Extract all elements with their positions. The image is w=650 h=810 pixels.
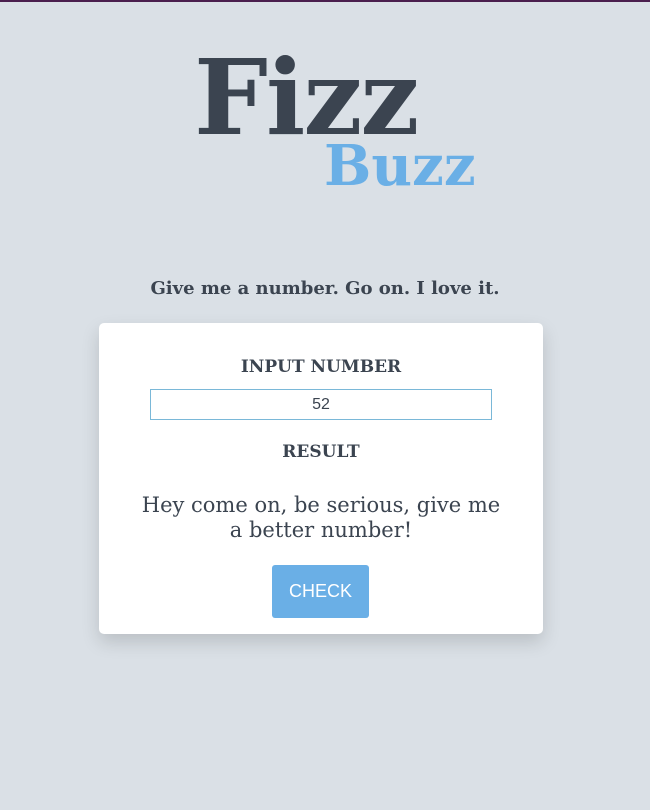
logo-buzz: Buzz [324, 133, 476, 199]
tagline: Give me a number. Go on. I love it. [150, 278, 500, 299]
result-label: RESULT [282, 442, 360, 462]
number-input[interactable] [150, 389, 492, 420]
result-text: Hey come on, be serious, give me a bette… [141, 493, 501, 542]
check-button[interactable]: CHECK [272, 565, 369, 618]
logo: Fizz Buzz [0, 2, 650, 232]
fizzbuzz-card: INPUT NUMBER RESULT Hey come on, be seri… [99, 323, 543, 634]
input-number-label: INPUT NUMBER [240, 357, 402, 377]
